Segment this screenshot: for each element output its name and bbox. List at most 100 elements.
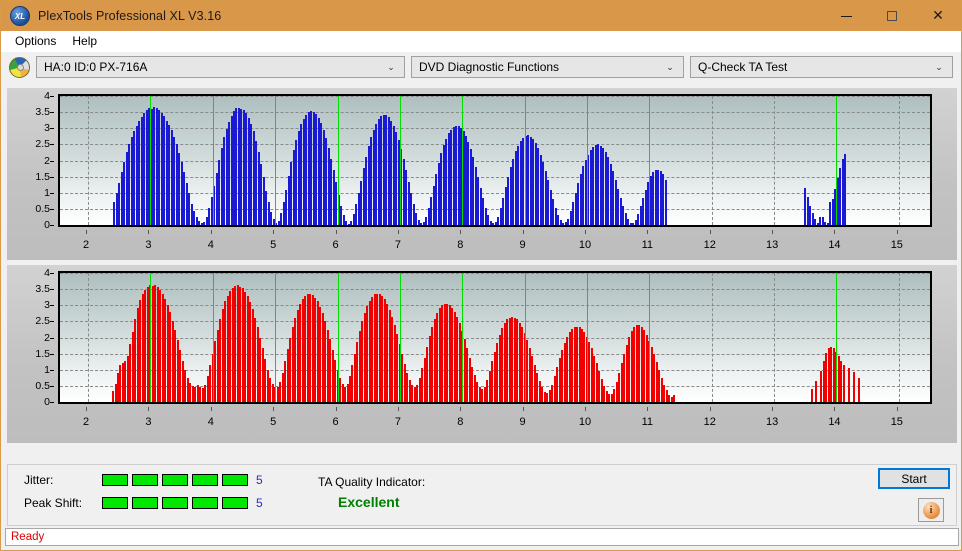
y-axis-tick: [50, 353, 54, 355]
x-axis-tick-label: 3: [145, 239, 152, 251]
info-button[interactable]: i: [918, 498, 944, 522]
meter-segment: [102, 474, 128, 486]
drive-select[interactable]: HA:0 ID:0 PX-716A ⌄: [36, 56, 405, 78]
window-title: PlexTools Professional XL V3.16: [38, 9, 222, 23]
y-axis-tick: [50, 402, 54, 403]
meter-segment: [222, 474, 248, 486]
y-axis-tick: [50, 289, 54, 291]
status-bar: Ready: [5, 528, 959, 546]
marker-line: [150, 273, 152, 402]
y-axis-tick: [50, 385, 54, 387]
grid-line-horizontal: [60, 289, 930, 291]
marker-line: [836, 96, 838, 225]
function-select[interactable]: DVD Diagnostic Functions ⌄: [411, 56, 684, 78]
x-axis-tick: [397, 407, 399, 411]
peakshift-chart-x-axis: 2 3 4 5 6 7 8 9 10 11 12 13 14 15: [58, 407, 932, 429]
x-axis-tick-label: 4: [207, 416, 214, 428]
close-button[interactable]: ✕: [915, 1, 961, 31]
meter-segment: [222, 497, 248, 509]
grid-line-horizontal: [60, 176, 930, 178]
x-axis-tick: [772, 407, 774, 411]
chart-bar: [810, 389, 813, 402]
jitter-meter: [102, 474, 248, 486]
x-axis-tick: [522, 230, 524, 234]
x-axis-tick-label: 5: [270, 416, 277, 428]
x-axis-tick: [273, 407, 275, 411]
x-axis-tick-label: 10: [578, 239, 592, 251]
x-axis-tick-label: 11: [641, 239, 654, 251]
x-axis-tick: [335, 407, 337, 411]
x-axis-tick-label: 3: [145, 416, 152, 428]
grid-line-horizontal: [60, 192, 930, 194]
chart-bar: [815, 380, 818, 402]
x-axis-tick: [86, 230, 88, 234]
chart-bar: [664, 179, 667, 225]
menu-item-options[interactable]: Options: [9, 32, 66, 51]
x-axis-tick-label: 6: [332, 416, 339, 428]
grid-line-vertical: [898, 96, 900, 225]
x-axis-tick: [584, 230, 586, 234]
marker-line: [275, 273, 277, 402]
x-axis-tick: [210, 407, 212, 411]
test-select-value: Q-Check TA Test: [698, 60, 788, 74]
x-axis-tick-label: 2: [83, 416, 90, 428]
maximize-button[interactable]: [869, 1, 915, 31]
menu-bar: Options Help: [1, 31, 961, 52]
peakshift-chart-panel: 0 0.5 1 1.5 2 2.5 3 3.5 4 2 3 4 5 6 7 8 9 10 11 12 13 14 15: [7, 265, 957, 443]
x-axis-tick-label: 7: [394, 239, 401, 251]
grid-line-horizontal: [60, 112, 930, 114]
meter-segment: [192, 497, 218, 509]
menu-item-help[interactable]: Help: [66, 32, 107, 51]
grid-line-horizontal: [60, 160, 930, 162]
chart-bar: [673, 394, 676, 402]
peak-shift-row: Peak Shift: 5: [24, 496, 263, 510]
x-axis-tick-label: 6: [332, 239, 339, 251]
y-axis-tick: [50, 128, 54, 130]
x-axis-tick-label: 14: [828, 416, 841, 428]
meter-segment: [132, 497, 158, 509]
charts-area: 0 0.5 1 1.5 2 2.5 3 3.5 4 2 3 4 5 6 7 8 9 10 11 12 13 14 15 0…: [1, 82, 961, 443]
marker-line: [212, 273, 214, 402]
y-axis-tick-label: 3.5: [35, 106, 50, 119]
meter-segment: [132, 474, 158, 486]
marker-line: [212, 96, 214, 225]
peak-shift-value: 5: [256, 496, 263, 510]
grid-line-horizontal: [60, 273, 930, 274]
meter-segment: [162, 497, 188, 509]
x-axis-tick: [460, 407, 462, 411]
x-axis-tick-label: 12: [703, 416, 716, 428]
grid-line-vertical: [711, 96, 713, 225]
jitter-label: Jitter:: [24, 473, 54, 487]
y-axis-tick: [50, 337, 54, 339]
x-axis-tick: [460, 230, 462, 234]
minimize-button[interactable]: [823, 1, 869, 31]
x-axis-tick-label: 13: [765, 239, 779, 251]
chart-bar: [842, 364, 845, 402]
xl-logo-icon: XL: [10, 6, 30, 26]
drive-select-value: HA:0 ID:0 PX-716A: [44, 60, 148, 74]
info-icon: i: [922, 501, 940, 519]
grid-line-horizontal: [60, 337, 930, 339]
test-select[interactable]: Q-Check TA Test ⌄: [690, 56, 953, 78]
marker-line: [150, 96, 152, 225]
y-axis-tick: [50, 321, 54, 323]
x-axis-tick-label: 13: [765, 416, 779, 428]
x-axis-tick-label: 2: [83, 239, 90, 251]
chart-bar: [844, 154, 847, 225]
x-axis-tick: [834, 407, 836, 411]
y-axis-tick: [50, 369, 54, 371]
x-axis-tick-label: 15: [890, 239, 903, 251]
x-axis-tick: [86, 407, 88, 411]
y-axis-tick-label: 2.5: [35, 315, 50, 328]
grid-line-vertical: [711, 273, 713, 402]
minimize-icon: [840, 15, 852, 17]
peakshift-chart-plot: [58, 271, 932, 404]
x-axis-tick: [522, 407, 524, 411]
x-axis-tick-label: 12: [703, 239, 716, 251]
marker-line: [586, 273, 588, 402]
chart-bar: [857, 378, 860, 402]
x-axis-tick: [584, 407, 586, 411]
status-text: Ready: [11, 531, 45, 543]
marker-line: [586, 96, 588, 225]
start-button[interactable]: Start: [878, 468, 950, 489]
